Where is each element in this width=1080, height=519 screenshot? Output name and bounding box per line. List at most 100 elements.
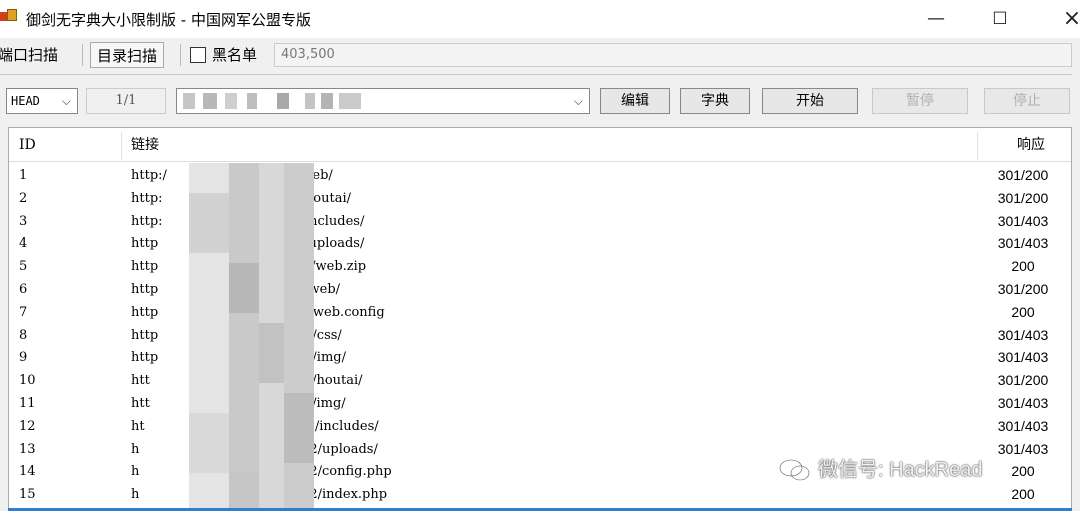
dictionary-counter: 1/1 (86, 88, 166, 114)
url-prefix: http (131, 304, 159, 320)
url-path: 2/img/ (304, 350, 346, 366)
redacted-block (203, 93, 217, 109)
watermark-text: 微信号: HackRead (818, 459, 983, 481)
url-path: 2/houtai/ (303, 373, 363, 389)
maximize-button[interactable]: ☐ (972, 0, 1028, 38)
column-header-response[interactable]: 响应 (1017, 128, 1045, 162)
pause-button[interactable]: 暂停 (872, 88, 968, 114)
cell-id: 12 (19, 418, 36, 434)
url-path: /web/ (304, 282, 341, 297)
blacklist-codes-field[interactable]: 403,500 (274, 43, 1072, 67)
target-url-select[interactable]: ⌵ (176, 88, 590, 114)
cell-url: http 2/css/ (131, 324, 961, 347)
blacklist-label: 黑名单 (212, 46, 258, 64)
column-separator (977, 132, 978, 160)
tab-port-scan[interactable]: 端口扫描 (0, 42, 64, 68)
url-path: /includes/ (300, 213, 365, 229)
table-row[interactable]: 8 http 2/css/301/403 (9, 324, 1071, 347)
cell-id: 2 (19, 190, 28, 206)
cell-url: http: /includes/ (131, 210, 961, 233)
table-row[interactable]: 2 http: /houtai/301/200 (9, 187, 1071, 210)
redacted-block (305, 93, 315, 109)
table-row[interactable]: 1 http:/ /web/301/200 (9, 164, 1071, 187)
cell-url: http: /houtai/ (131, 187, 961, 210)
redacted-block (321, 93, 333, 109)
column-header-id[interactable]: ID (19, 128, 36, 162)
stop-button[interactable]: 停止 (984, 88, 1070, 114)
redacted-block (247, 93, 257, 109)
cell-id: 13 (19, 441, 36, 457)
cell-url: ht 2/includes/ (131, 415, 961, 438)
wechat-icon (779, 459, 810, 481)
url-prefix: http:/ (131, 168, 167, 183)
table-row[interactable]: 15 h 2/index.php 200 (9, 483, 1071, 506)
cell-response: 301/403 (997, 395, 1049, 411)
cell-id: 9 (19, 350, 28, 366)
cell-response: 301/200 (997, 281, 1049, 297)
table-row[interactable]: 6 http/web/301/200 (9, 278, 1071, 301)
table-row[interactable]: 10 htt 2/houtai/301/200 (9, 369, 1071, 392)
cell-url: http:/ /web/ (131, 164, 961, 187)
url-prefix: http (131, 282, 159, 297)
cell-response: 301/403 (997, 235, 1049, 252)
url-path: 2/uploads/ (309, 441, 378, 457)
url-prefix: htt (131, 396, 150, 411)
table-row[interactable]: 7 http:/web.config 200 (9, 301, 1071, 324)
url-path: /houtai/ (300, 190, 351, 206)
blacklist-checkbox[interactable] (190, 47, 206, 63)
cell-response: 200 (1011, 486, 1035, 503)
cell-url: htt 2/houtai/ (131, 369, 961, 392)
url-prefix: http: (131, 190, 163, 206)
table-row[interactable]: 9 http 2/img/301/403 (9, 346, 1071, 369)
table-row[interactable]: 11 htt 2/img/301/403 (9, 392, 1071, 415)
url-prefix: h (131, 464, 140, 480)
url-prefix: h (131, 487, 140, 503)
url-prefix: htt (131, 373, 150, 389)
table-row[interactable]: 12 ht 2/includes/301/403 (9, 415, 1071, 438)
cell-url: http/web/ (131, 278, 961, 301)
url-prefix: http (131, 259, 159, 275)
results-table[interactable]: ID 链接 响应 1 http:/ /web/301/200 2 http: /houta… (8, 127, 1072, 509)
start-button[interactable]: 开始 (762, 88, 858, 114)
cell-id: 1 (19, 168, 28, 183)
cell-url: http 2/img/ (131, 346, 961, 369)
cell-response: 301/403 (997, 349, 1049, 366)
column-header-url[interactable]: 链接 (131, 128, 159, 162)
cell-response: 301/200 (997, 189, 1049, 206)
table-row[interactable]: 5 http ?/web.zip 200 (9, 255, 1071, 278)
dictionary-button[interactable]: 字典 (680, 88, 750, 114)
cell-response: 301/200 (997, 372, 1049, 389)
edit-button[interactable]: 编辑 (600, 88, 670, 114)
cell-id: 4 (19, 236, 28, 252)
url-prefix: http (131, 236, 159, 252)
table-row[interactable]: 3 http: /includes/301/403 (9, 210, 1071, 233)
chevron-down-icon: ⌵ (573, 94, 583, 108)
url-path: 2/includes/ (306, 418, 379, 434)
tab-separator (180, 44, 181, 66)
close-button[interactable]: × (1044, 0, 1080, 38)
url-path: /web/ (296, 168, 333, 183)
watermark: 微信号: HackRead (778, 456, 1058, 486)
table-row[interactable]: 4 http/uploads/301/403 (9, 232, 1071, 255)
cell-url: http/uploads/ (131, 232, 961, 255)
minimize-button[interactable]: — (908, 0, 964, 38)
chevron-down-icon: ⌵ (61, 94, 71, 108)
url-path: 2/config.php (309, 464, 392, 480)
cell-url: http:/web.config (131, 301, 961, 324)
column-separator (121, 132, 122, 160)
url-path: 2/index.php (309, 487, 388, 503)
window-title: 御剑无字典大小限制版 - 中国网军公盟专版 (26, 11, 311, 29)
method-select[interactable]: HEAD ⌵ (6, 88, 78, 114)
cell-id: 11 (19, 396, 36, 411)
cell-response: 200 (1011, 303, 1035, 320)
redacted-block (183, 93, 195, 109)
cell-response: 301/403 (997, 212, 1049, 229)
tab-dir-scan[interactable]: 目录扫描 (90, 42, 165, 68)
redacted-block (339, 93, 361, 109)
cell-id: 10 (19, 373, 36, 389)
url-path: 2/css/ (304, 327, 342, 343)
url-prefix: http (131, 350, 159, 366)
table-header: ID 链接 响应 (9, 128, 1071, 162)
title-bar: 御剑无字典大小限制版 - 中国网军公盟专版 — ☐ × (0, 0, 1080, 38)
redacted-block (277, 93, 289, 109)
